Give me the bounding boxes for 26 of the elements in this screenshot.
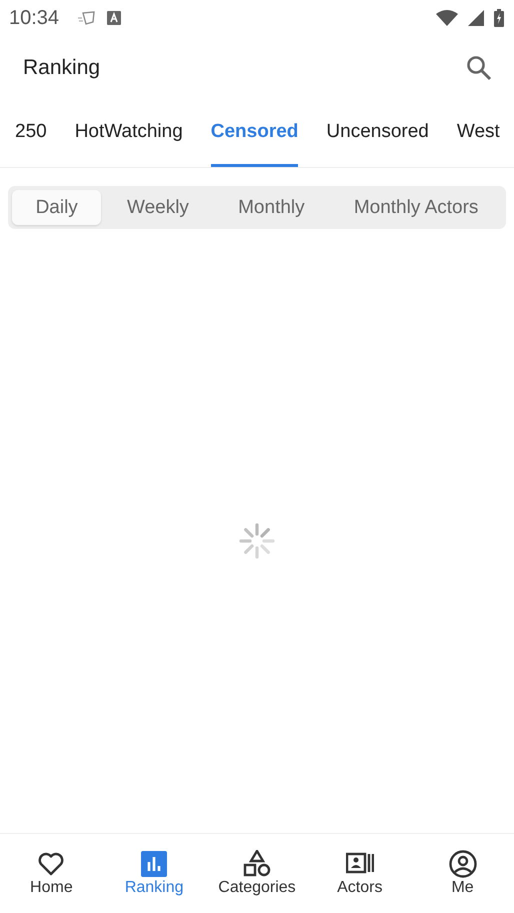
category-tab[interactable]: 250 [15,100,47,167]
nav-label[interactable]: Categories [218,879,296,897]
nav-label[interactable]: Ranking [124,879,184,897]
nav-label[interactable]: Me [451,879,474,897]
status-time: 10:34 [9,6,60,30]
period-option[interactable]: Monthly Actors [330,190,502,225]
page-title: Ranking [23,56,100,80]
period-option[interactable]: Monthly [214,190,328,225]
heart-icon[interactable] [37,850,66,878]
notification-icon [107,11,122,25]
search-icon[interactable] [466,55,492,81]
shapes-icon[interactable] [242,850,271,878]
category-tab[interactable]: HotWatching [74,100,183,167]
category-tab[interactable]: Censored [210,100,298,167]
period-option[interactable]: Weekly [103,190,213,225]
category-tab[interactable]: West [456,100,500,167]
signal-icon [468,10,484,26]
category-tab[interactable]: Uncensored [326,100,429,167]
battery-icon [494,9,504,27]
wifi-icon [436,10,458,26]
nav-label[interactable]: Actors [337,879,382,897]
person-icon[interactable] [448,850,477,878]
nav-label[interactable]: Home [30,879,73,897]
period-option[interactable]: Daily [12,190,102,225]
bar-chart-icon[interactable] [140,850,168,878]
notification-icon [77,10,98,26]
